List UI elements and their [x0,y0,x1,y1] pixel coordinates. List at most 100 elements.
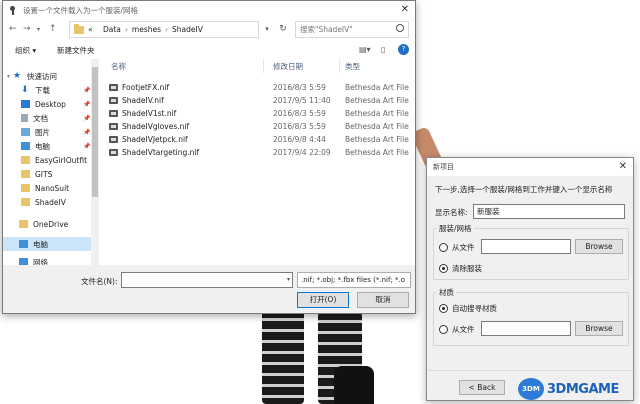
preview-pane-icon[interactable]: ▯ [381,45,385,54]
address-dropdown-icon[interactable]: ▾ [261,21,273,38]
sidebar-item-gits[interactable]: GITS [21,167,52,181]
sidebar-item-quick-access[interactable]: ▾ ★ 快速访问 [7,69,57,83]
file-type-select[interactable]: .nif; *.obj; *.fbx files (*.nif; *.o [297,272,411,288]
file-row[interactable]: ShadeIVtargeting.nif 2017/9/4 22:09 Beth… [109,146,409,159]
file-row[interactable]: FootjetFX.nif 2016/8/3 5:59 Bethesda Art… [109,81,409,94]
chevron-down-icon[interactable]: ▾ [7,73,10,80]
clear-outfit-radio[interactable]: 清除服装 [439,263,482,274]
recent-chevron-icon[interactable]: ▾ [37,26,40,33]
sidebar-scrollbar[interactable] [91,59,99,265]
sidebar-item-pictures[interactable]: 图片 [21,125,50,139]
character-boot [334,366,374,404]
file-row[interactable]: ShadeIV1st.nif 2016/8/3 5:59 Bethesda Ar… [109,107,409,120]
file-type: Bethesda Art File [345,83,409,92]
close-icon[interactable]: ✕ [619,161,627,172]
material-browse-button[interactable]: Browse [575,321,623,336]
sidebar-item-onedrive[interactable]: OneDrive [19,217,68,231]
file-type: Bethesda Art File [345,109,409,118]
display-name-input[interactable]: 新服装 [473,204,625,219]
new-folder-button[interactable]: 新建文件夹 [57,45,95,56]
file-dialog-title: 设置一个文件载入为一个服装/网格 [23,5,139,15]
file-name: ShadeIVtargeting.nif [122,148,200,157]
column-header-name[interactable]: 名称 [111,61,126,72]
filename-input[interactable]: ▾ [121,272,293,288]
sidebar-item-easygirloutfit[interactable]: EasyGirlOutfit [21,153,87,167]
pin-icon: 📌 [83,115,91,122]
breadcrumb-overflow[interactable]: « [88,25,93,34]
sidebar-item-nanosuit[interactable]: NanoSuit [21,181,69,195]
nif-file-icon [109,110,118,117]
refresh-icon[interactable]: ↻ [275,21,291,38]
picture-icon [21,128,30,136]
sidebar-item-label: 下载 [35,85,50,95]
close-icon[interactable]: ✕ [401,4,409,15]
back-arrow-icon[interactable]: ← [9,24,17,34]
watermark: 3DM 3DMGAME [518,376,636,402]
file-name: ShadeIVgloves.nif [122,122,190,131]
up-arrow-icon[interactable]: ↑ [49,24,57,34]
open-button[interactable]: 打开(O) [297,292,349,308]
new-item-titlebar: 新项目 [427,158,633,176]
view-options-icon[interactable]: ▤▾ [359,45,371,54]
file-row[interactable]: ShadeIVJetpck.nif 2016/9/8 4:44 Bethesda… [109,133,409,146]
material-file-input[interactable] [481,321,571,336]
sidebar-item-documents[interactable]: 文档 [21,111,48,125]
mesh-browse-button[interactable]: Browse [575,239,623,254]
mesh-file-input[interactable] [481,239,571,254]
file-date: 2016/8/3 5:59 [273,122,326,131]
folder-icon [21,170,30,178]
material-from-file-radio[interactable]: 从文件 [439,324,475,335]
folder-icon [74,23,84,34]
breadcrumb-meshes[interactable]: meshes [132,25,161,34]
column-divider[interactable] [263,59,264,73]
app-icon [9,5,18,15]
sidebar-item-this-pc[interactable]: 电脑 [3,237,91,251]
mesh-from-file-radio[interactable]: 从文件 [439,242,475,253]
folder-icon [21,156,30,164]
chevron-down-icon[interactable]: ▾ [287,276,290,283]
sidebar-item-label: 文档 [33,113,48,123]
sidebar-item-network[interactable]: 网络 [19,255,48,265]
filename-label: 文件名(N): [81,277,118,286]
auto-material-radio[interactable]: 自动搜寻材质 [439,303,497,314]
file-row[interactable]: ShadeIV.nif 2017/9/5 11:40 Bethesda Art … [109,94,409,107]
new-item-dialog: 新项目 ✕ 下一步,选择一个服装/网格到工作并键入一个显示名称 显示名称: 新服… [426,157,634,401]
radio-icon [439,243,448,252]
radio-selected-icon [439,264,448,273]
sidebar-item-label: 图片 [35,127,50,137]
sidebar-item-label: 快速访问 [27,71,58,81]
file-dialog-footer: 文件名(N): ▾ .nif; *.obj; *.fbx files (*.ni… [3,265,415,313]
column-header-type[interactable]: 类型 [345,61,360,72]
scrollbar-thumb[interactable] [92,67,98,197]
folder-icon [21,198,30,206]
file-row[interactable]: ShadeIVgloves.nif 2016/8/3 5:59 Bethesda… [109,120,409,133]
character-leg-left [262,310,304,404]
pin-icon: 📌 [83,87,91,94]
file-list: 名称 修改日期 类型 FootjetFX.nif 2016/8/3 5:59 B… [103,59,415,265]
file-date: 2017/9/4 22:09 [273,148,331,157]
forward-arrow-icon[interactable]: → [23,24,31,34]
sidebar-item-shadeiv[interactable]: ShadeIV [21,195,66,209]
sidebar-item-desktop[interactable]: Desktop [21,97,66,111]
network-icon [19,258,28,265]
back-button[interactable]: < Back [459,380,505,395]
desktop-icon [21,100,30,108]
file-name: ShadeIV1st.nif [122,109,177,118]
breadcrumb-shadeiv[interactable]: ShadeIV [172,25,203,34]
address-box[interactable]: « Data › meshes › ShadeIV [69,21,259,38]
organize-button[interactable]: 组织 ▾ [15,45,36,56]
nif-file-icon [109,97,118,104]
sidebar-item-label: Desktop [35,99,66,109]
column-divider[interactable] [339,59,340,73]
help-icon[interactable]: ? [398,44,409,55]
sidebar-item-computer-quick[interactable]: 电脑 [21,139,50,153]
sidebar-item-downloads[interactable]: ⬇ 下载 [21,83,50,97]
address-bar-row: ← → ▾ ↑ « Data › meshes › ShadeIV ▾ ↻ 搜索… [3,19,415,41]
search-input[interactable]: 搜索"ShadeIV" [295,21,409,38]
column-header-date[interactable]: 修改日期 [273,61,303,72]
sidebar-item-label: ShadeIV [35,197,66,207]
radio-selected-icon [439,304,448,313]
pin-icon: 📌 [83,143,91,150]
breadcrumb-data[interactable]: Data [103,25,121,34]
cancel-button[interactable]: 取消 [357,292,409,308]
